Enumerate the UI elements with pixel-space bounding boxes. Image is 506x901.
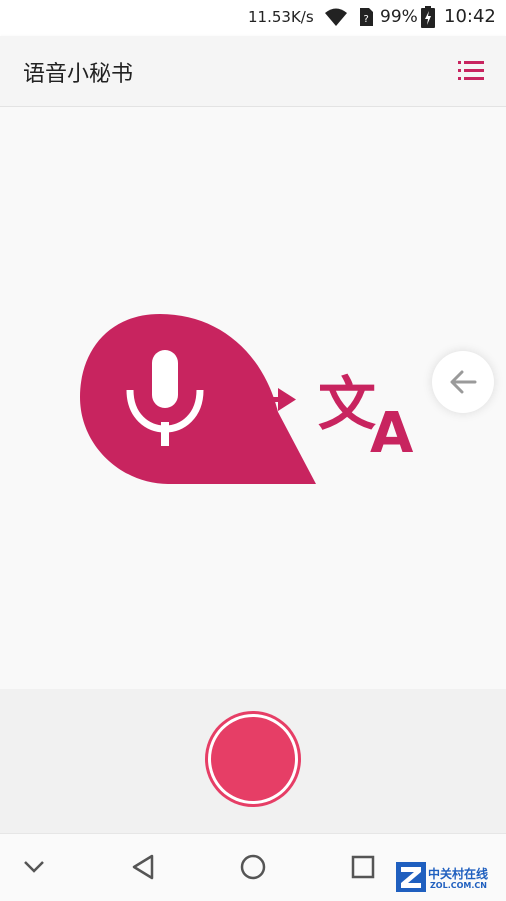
side-back-button[interactable] [432, 351, 494, 413]
voice-translate-illustration: 文 A [80, 314, 414, 484]
recents-square-icon[interactable] [350, 854, 376, 880]
chevron-down-icon[interactable] [22, 856, 46, 876]
zol-logo [396, 862, 426, 892]
watermark-brand: 中关村在线 [428, 867, 489, 881]
zol-watermark: 中关村在线 ZOL.COM.CN [396, 862, 506, 896]
home-circle-icon[interactable] [239, 853, 267, 881]
svg-text:文: 文 [318, 370, 376, 438]
network-speed: 11.53K/s [248, 8, 314, 26]
app-title: 语音小秘书 [23, 62, 134, 87]
translate-icon: 文 A [318, 370, 414, 466]
status-bar: 11.53K/s ? 99% 10:42 [0, 0, 506, 36]
main-area: 文 A [0, 107, 506, 689]
app-bar: 语音小秘书 [0, 36, 506, 107]
clock: 10:42 [444, 6, 496, 27]
record-panel [0, 689, 506, 833]
system-nav-bar: 中关村在线 ZOL.COM.CN [0, 833, 506, 901]
battery-charging-icon [421, 6, 435, 28]
back-triangle-icon[interactable] [130, 853, 156, 881]
sim-icon: ? [360, 8, 373, 26]
svg-text:?: ? [364, 14, 369, 25]
list-menu-button[interactable] [454, 56, 488, 86]
svg-text:A: A [370, 401, 414, 466]
watermark-site: ZOL.COM.CN [430, 881, 487, 890]
battery-percent: 99% [380, 7, 418, 27]
record-button[interactable] [208, 714, 298, 804]
list-icon [458, 61, 484, 80]
arrow-left-icon [450, 370, 477, 394]
wifi-icon [325, 8, 347, 26]
